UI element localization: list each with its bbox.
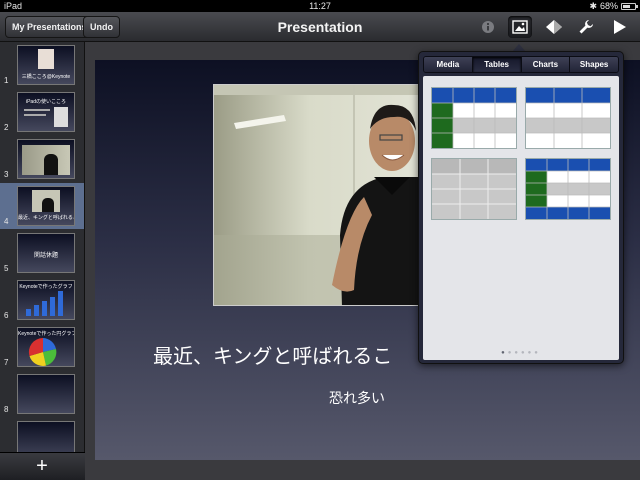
page-dot[interactable]: ● — [521, 350, 528, 356]
clock: 11:27 — [309, 1, 331, 11]
slide-photo — [38, 49, 54, 69]
table-style-1[interactable] — [431, 87, 517, 149]
status-bar: iPad 11:27 ✱ 68% — [0, 0, 640, 12]
sidebar-footer: + — [0, 452, 85, 480]
shapes-icon[interactable] — [542, 16, 566, 38]
undo-button[interactable]: Undo — [83, 16, 120, 38]
insert-category-tabs: Media Tables Charts Shapes — [423, 56, 619, 73]
battery-percent: 68% — [599, 1, 618, 11]
slide-thumbnail-2[interactable]: iPadの使いこころ 2 — [0, 89, 84, 135]
tab-tables[interactable]: Tables — [472, 57, 522, 72]
bluetooth-icon: ✱ — [589, 1, 597, 11]
page-dot[interactable]: ● — [534, 350, 541, 356]
slide-thumbnail-8[interactable]: 8 — [0, 371, 84, 417]
slide-thumbnail-4[interactable]: 最近、キングと呼ばれるこころ 4 — [0, 183, 84, 229]
table-style-3[interactable] — [431, 158, 517, 220]
slide-photo[interactable] — [213, 84, 425, 306]
my-presentations-button[interactable]: My Presentations — [5, 16, 94, 38]
table-style-4[interactable] — [525, 158, 611, 220]
page-indicator[interactable]: ●●●●●● — [423, 350, 619, 356]
wrench-icon[interactable] — [574, 16, 598, 38]
insert-popover: Media Tables Charts Shapes ●●●●●● — [418, 51, 624, 364]
toolbar: My Presentations Undo Presentation — [0, 12, 640, 42]
page-dot[interactable]: ● — [501, 350, 508, 356]
tab-charts[interactable]: Charts — [521, 57, 571, 72]
battery-icon — [621, 2, 638, 10]
play-icon[interactable] — [608, 16, 632, 38]
slide-title-text[interactable]: 最近、キングと呼ばれるこ — [153, 340, 392, 369]
tab-media[interactable]: Media — [424, 57, 473, 72]
slide-thumbnail-5[interactable]: 閑話休題 5 — [0, 230, 84, 276]
info-icon[interactable] — [476, 16, 500, 38]
media-icon[interactable] — [508, 16, 532, 38]
pie-graphic — [28, 337, 57, 366]
table-style-2[interactable] — [525, 87, 611, 149]
slide-thumbnail-9[interactable] — [0, 418, 84, 452]
slide-subtitle-text[interactable]: 恐れ多い — [329, 388, 385, 408]
add-slide-button[interactable]: + — [30, 456, 54, 478]
slide-navigator[interactable]: 三橋こころ@Keynote 1 iPadの使いこころ 2 3 最近、キングと呼ば… — [0, 42, 85, 452]
slide-thumbnail-3[interactable]: 3 — [0, 136, 84, 182]
page-dot[interactable]: ● — [514, 350, 521, 356]
person-photo — [214, 85, 424, 305]
slide-thumbnail-1[interactable]: 三橋こころ@Keynote 1 — [0, 42, 84, 88]
slide-thumbnail-7[interactable]: Keynoteで作った円グラフ 7 — [0, 324, 84, 370]
slide-thumbnail-6[interactable]: Keynoteで作ったグラフ 6 — [0, 277, 84, 323]
slide-photo — [54, 107, 68, 127]
table-style-gallery: ●●●●●● — [423, 76, 619, 360]
tab-shapes[interactable]: Shapes — [570, 57, 618, 72]
